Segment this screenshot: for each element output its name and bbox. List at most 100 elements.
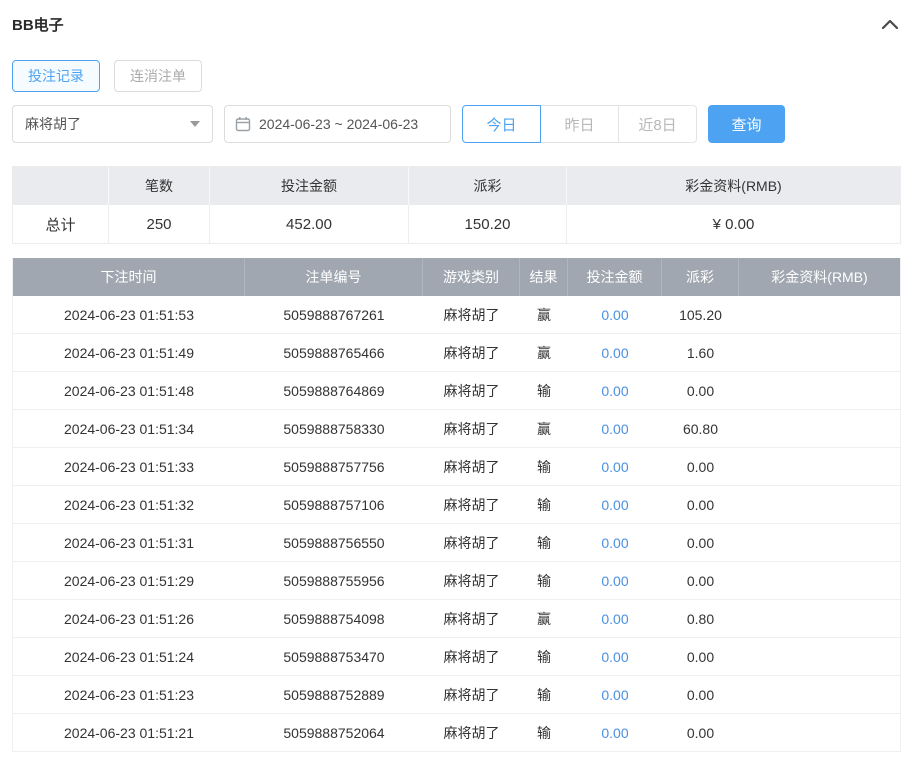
- chevron-down-icon: [190, 121, 200, 127]
- cell-game-type: 麻将胡了: [443, 496, 500, 513]
- table-row: 2024-06-23 01:51:21 5059888752064 麻将胡了 输…: [13, 714, 900, 752]
- cell-bet-time: 2024-06-23 01:51:34: [64, 420, 194, 437]
- cell-order-id: 5059888752064: [283, 724, 385, 741]
- cell-bet-time: 2024-06-23 01:51:26: [64, 610, 194, 627]
- table-row: 2024-06-23 01:51:23 5059888752889 麻将胡了 输…: [13, 676, 900, 714]
- summary-header-bonus: 彩金资料(RMB): [685, 178, 782, 194]
- summary-total-bet-amount: 452.00: [210, 205, 409, 243]
- game-select[interactable]: 麻将胡了: [12, 105, 213, 143]
- cell-bet-time: 2024-06-23 01:51:53: [64, 306, 194, 323]
- cell-payout: 0.00: [686, 534, 715, 551]
- cell-order-id: 5059888764869: [283, 382, 385, 399]
- cell-bet-time: 2024-06-23 01:51:23: [64, 686, 194, 703]
- collapse-panel-button[interactable]: [879, 17, 901, 33]
- bet-amount-link[interactable]: 0.00: [601, 383, 628, 399]
- summary-total-count: 250: [109, 205, 210, 243]
- last-8-days-button[interactable]: 近8日: [618, 105, 697, 143]
- cell-payout: 0.00: [686, 572, 715, 589]
- bet-amount-link[interactable]: 0.00: [601, 535, 628, 551]
- yesterday-button[interactable]: 昨日: [540, 105, 619, 143]
- summary-header-row: 笔数 投注金额 派彩 彩金资料(RMB): [13, 167, 900, 205]
- cell-bonus: [739, 562, 900, 599]
- table-row: 2024-06-23 01:51:48 5059888764869 麻将胡了 输…: [13, 372, 900, 410]
- cell-order-id: 5059888755956: [283, 572, 385, 589]
- cell-bonus: [739, 296, 900, 333]
- bet-amount-link[interactable]: 0.00: [601, 497, 628, 513]
- table-row: 2024-06-23 01:51:34 5059888758330 麻将胡了 赢…: [13, 410, 900, 448]
- bet-amount-link[interactable]: 0.00: [601, 459, 628, 475]
- table-row: 2024-06-23 01:51:33 5059888757756 麻将胡了 输…: [13, 448, 900, 486]
- cell-bonus: [739, 410, 900, 447]
- table-row: 2024-06-23 01:51:29 5059888755956 麻将胡了 输…: [13, 562, 900, 600]
- date-range-value: 2024-06-23 ~ 2024-06-23: [259, 116, 419, 132]
- table-row: 2024-06-23 01:51:49 5059888765466 麻将胡了 赢…: [13, 334, 900, 372]
- cell-result: 输: [537, 648, 551, 665]
- header-order-id: 注单编号: [245, 258, 423, 296]
- cell-bet-time: 2024-06-23 01:51:49: [64, 344, 194, 361]
- cell-bonus: [739, 638, 900, 675]
- header-bet-time: 下注时间: [13, 258, 245, 296]
- cell-result: 赢: [537, 306, 551, 323]
- header-payout: 派彩: [662, 258, 739, 296]
- header-bonus: 彩金资料(RMB): [771, 269, 868, 285]
- cell-result: 输: [537, 686, 551, 703]
- bet-amount-link[interactable]: 0.00: [601, 345, 628, 361]
- cell-order-id: 5059888765466: [283, 344, 385, 361]
- cell-payout: 0.00: [686, 458, 715, 475]
- cell-result: 赢: [537, 344, 551, 361]
- cell-result: 输: [537, 496, 551, 513]
- summary-total-payout: 150.20: [409, 205, 567, 243]
- search-button[interactable]: 查询: [708, 105, 785, 143]
- table-row: 2024-06-23 01:51:31 5059888756550 麻将胡了 输…: [13, 524, 900, 562]
- bb-electronic-panel: BB电子 投注记录 连消注单 麻将胡了 2024-06-23 ~ 2024-06…: [0, 0, 913, 762]
- date-range-picker[interactable]: 2024-06-23 ~ 2024-06-23: [224, 105, 451, 143]
- chevron-up-icon: [881, 19, 899, 34]
- table-body: 2024-06-23 01:51:53 5059888767261 麻将胡了 赢…: [13, 296, 900, 752]
- quick-date-buttons: 今日 昨日 近8日: [462, 105, 697, 143]
- cell-result: 输: [537, 534, 551, 551]
- cell-bet-time: 2024-06-23 01:51:29: [64, 572, 194, 589]
- summary-table: 笔数 投注金额 派彩 彩金资料(RMB) 总计 250 452.00 150.2…: [12, 166, 901, 244]
- cell-game-type: 麻将胡了: [443, 306, 500, 323]
- bets-table: 下注时间 注单编号 游戏类别 结果 投注金额 派彩 彩金资料(RMB) 2024…: [12, 258, 901, 752]
- summary-total-label: 总计: [13, 205, 109, 243]
- header-bet-amount: 投注金额: [568, 258, 662, 296]
- bet-amount-link[interactable]: 0.00: [601, 725, 628, 741]
- cell-order-id: 5059888754098: [283, 610, 385, 627]
- table-row: 2024-06-23 01:51:32 5059888757106 麻将胡了 输…: [13, 486, 900, 524]
- cell-payout: 0.00: [686, 686, 715, 703]
- summary-header-empty: [13, 167, 109, 205]
- header-game-type: 游戏类别: [423, 258, 520, 296]
- cell-bonus: [739, 600, 900, 637]
- bet-amount-link[interactable]: 0.00: [601, 573, 628, 589]
- cell-payout: 1.60: [686, 344, 715, 361]
- bet-amount-link[interactable]: 0.00: [601, 611, 628, 627]
- calendar-icon: [235, 116, 251, 132]
- cell-result: 输: [537, 724, 551, 741]
- bet-amount-link[interactable]: 0.00: [601, 687, 628, 703]
- cell-bonus: [739, 524, 900, 561]
- table-header-row: 下注时间 注单编号 游戏类别 结果 投注金额 派彩 彩金资料(RMB): [13, 258, 900, 296]
- bet-amount-link[interactable]: 0.00: [601, 307, 628, 323]
- cell-order-id: 5059888752889: [283, 686, 385, 703]
- cell-game-type: 麻将胡了: [443, 686, 500, 703]
- summary-header-payout: 派彩: [409, 167, 567, 205]
- bet-amount-link[interactable]: 0.00: [601, 649, 628, 665]
- table-row: 2024-06-23 01:51:24 5059888753470 麻将胡了 输…: [13, 638, 900, 676]
- tab-bet-records[interactable]: 投注记录: [12, 60, 100, 92]
- cell-game-type: 麻将胡了: [443, 420, 500, 437]
- today-button[interactable]: 今日: [462, 105, 541, 143]
- cell-result: 输: [537, 458, 551, 475]
- cell-result: 输: [537, 572, 551, 589]
- table-row: 2024-06-23 01:51:26 5059888754098 麻将胡了 赢…: [13, 600, 900, 638]
- tab-chain-cancel-orders[interactable]: 连消注单: [114, 60, 202, 92]
- cell-game-type: 麻将胡了: [443, 458, 500, 475]
- bet-amount-link[interactable]: 0.00: [601, 421, 628, 437]
- cell-bonus: [739, 448, 900, 485]
- cell-order-id: 5059888757756: [283, 458, 385, 475]
- cell-result: 赢: [537, 610, 551, 627]
- cell-game-type: 麻将胡了: [443, 610, 500, 627]
- cell-order-id: 5059888757106: [283, 496, 385, 513]
- cell-game-type: 麻将胡了: [443, 344, 500, 361]
- cell-bonus: [739, 486, 900, 523]
